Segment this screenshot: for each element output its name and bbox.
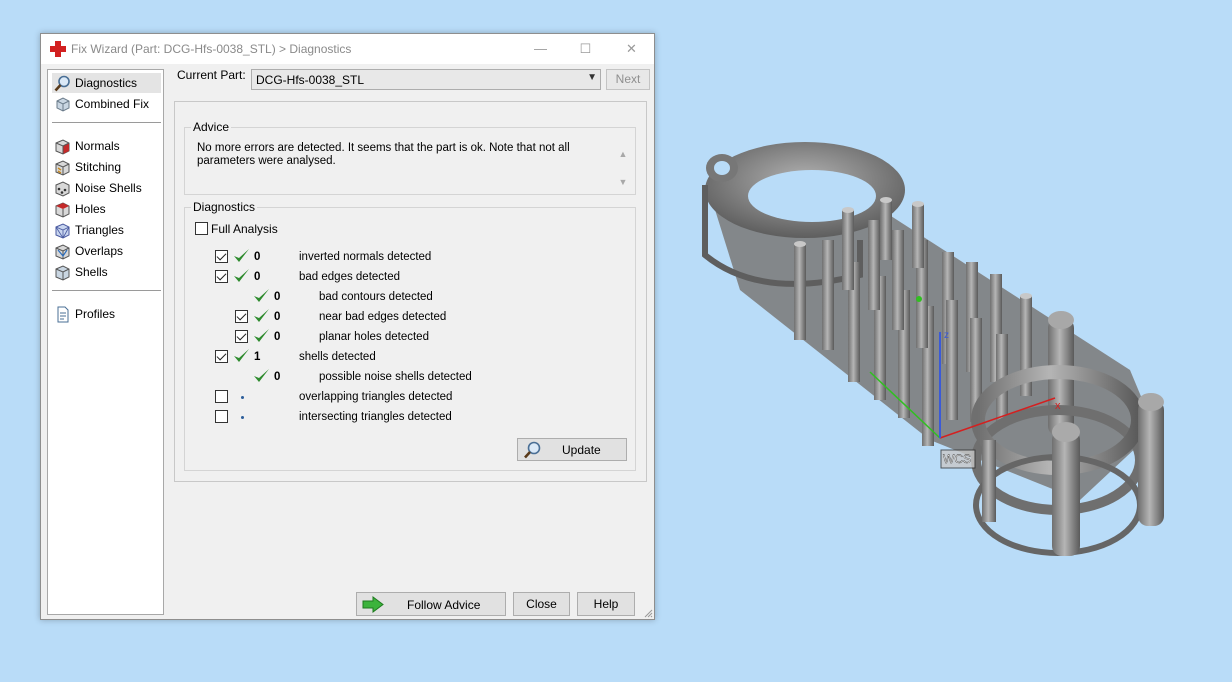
advice-text: No more errors are detected. It seems th…: [197, 142, 570, 167]
row-checkbox[interactable]: [215, 410, 228, 423]
sidebar-item-combined-fix[interactable]: Combined Fix: [52, 94, 161, 114]
combined-fix-icon: [56, 97, 70, 112]
row-label: near bad edges detected: [319, 311, 447, 323]
sidebar-item-diagnostics[interactable]: Diagnostics: [52, 73, 161, 93]
stl-model[interactable]: [702, 142, 1164, 556]
follow-advice-button[interactable]: Follow Advice: [356, 592, 506, 616]
sidebar-item-label: Normals: [75, 139, 120, 153]
title-bar[interactable]: Fix Wizard (Part: DCG-Hfs-0038_STL) > Di…: [41, 34, 654, 64]
sidebar-item-stitching[interactable]: Stitching: [52, 157, 161, 177]
update-label: Update: [562, 443, 601, 457]
sidebar-item-label: Shells: [75, 265, 108, 279]
row-checkbox[interactable]: [215, 270, 228, 283]
row-count: 0: [274, 371, 281, 383]
sidebar-item-noise-shells[interactable]: Noise Shells: [52, 178, 161, 198]
sidebar-item-label: Holes: [75, 202, 106, 216]
green-check-icon: [233, 268, 250, 284]
sidebar-item-holes[interactable]: Holes: [52, 199, 161, 219]
maximize-button[interactable]: ☐: [563, 34, 608, 64]
row-label: bad contours detected: [319, 291, 433, 303]
sidebar-item-label: Triangles: [75, 223, 124, 237]
triangles-cube-icon: [55, 223, 70, 239]
sidebar-item-label: Diagnostics: [75, 76, 138, 90]
row-checkbox[interactable]: [235, 310, 248, 323]
red-cross-app-icon: [50, 41, 66, 57]
green-check-icon: [253, 288, 270, 304]
current-part-label: Current Part:: [177, 68, 246, 82]
sidebar-separator: [52, 290, 161, 291]
follow-advice-label: Follow Advice: [407, 598, 481, 612]
magnifier-icon: [54, 75, 70, 92]
green-check-icon: [233, 348, 250, 364]
profile-document-icon: [57, 306, 69, 323]
row-count: 0: [254, 271, 261, 283]
row-count: 0: [274, 311, 281, 323]
not-analysed-dot-icon: [241, 416, 244, 419]
axis-z-label: z: [944, 330, 949, 341]
row-count: 1: [254, 351, 261, 363]
green-arrow-icon: [362, 596, 384, 613]
green-check-icon: [253, 368, 270, 384]
row-count: 0: [274, 331, 281, 343]
sidebar-separator: [52, 122, 161, 123]
current-part-value: DCG-Hfs-0038_STL: [256, 73, 365, 87]
axis-x-label: x: [1055, 400, 1061, 412]
close-window-button[interactable]: ✕: [609, 34, 654, 64]
help-button[interactable]: Help: [577, 592, 635, 616]
row-count: 0: [274, 291, 281, 303]
sidebar-item-shells[interactable]: Shells: [52, 262, 161, 282]
sidebar-item-overlaps[interactable]: Overlaps: [52, 241, 161, 261]
magnifier-icon: [524, 441, 541, 459]
advice-title: Advice: [191, 120, 232, 134]
current-part-select[interactable]: DCG-Hfs-0038_STL ▼: [251, 69, 601, 90]
row-checkbox[interactable]: [215, 250, 228, 263]
sidebar-item-label: Overlaps: [75, 244, 124, 258]
green-check-icon: [253, 308, 270, 324]
chevron-down-icon: ▼: [587, 72, 597, 83]
advice-scrollbar[interactable]: ▲ ▼: [617, 140, 629, 196]
stitching-cube-icon: [55, 160, 70, 176]
row-checkbox[interactable]: [235, 330, 248, 343]
green-check-icon: [233, 248, 250, 264]
window-title: Fix Wizard (Part: DCG-Hfs-0038_STL) > Di…: [71, 42, 352, 56]
sidebar-item-label: Noise Shells: [75, 181, 142, 195]
normals-cube-icon: [55, 139, 70, 155]
row-label: intersecting triangles detected: [299, 411, 452, 423]
shells-cube-icon: [55, 265, 70, 281]
green-check-icon: [253, 328, 270, 344]
full-analysis-label: Full Analysis: [211, 222, 278, 236]
wizard-sidebar: Diagnostics Combined Fix Normals Stitchi…: [47, 69, 164, 615]
row-label: possible noise shells detected: [319, 371, 472, 383]
full-analysis-checkbox[interactable]: [195, 222, 208, 235]
row-label: overlapping triangles detected: [299, 391, 453, 403]
wcs-label: WCS: [943, 452, 971, 466]
advice-group: Advice No more errors are detected. It s…: [184, 120, 636, 196]
noise-shells-icon: [55, 181, 70, 197]
row-label: shells detected: [299, 351, 376, 363]
row-checkbox[interactable]: [215, 350, 228, 363]
update-button[interactable]: Update: [517, 438, 627, 461]
fix-wizard-window: Fix Wizard (Part: DCG-Hfs-0038_STL) > Di…: [40, 33, 655, 620]
next-button[interactable]: Next: [606, 69, 650, 90]
overlaps-cube-icon: [55, 244, 70, 260]
row-checkbox[interactable]: [215, 390, 228, 403]
close-button[interactable]: Close: [513, 592, 570, 616]
sidebar-item-profiles[interactable]: Profiles: [52, 304, 161, 324]
sidebar-item-label: Profiles: [75, 307, 116, 321]
row-label: bad edges detected: [299, 271, 401, 283]
not-analysed-dot-icon: [241, 396, 244, 399]
sidebar-item-label: Stitching: [75, 160, 122, 174]
row-count: 0: [254, 251, 261, 263]
resize-grip-icon[interactable]: [643, 608, 653, 618]
row-label: planar holes detected: [319, 331, 429, 343]
holes-cube-icon: [55, 202, 70, 218]
minimize-button[interactable]: —: [518, 34, 563, 64]
sidebar-item-triangles[interactable]: Triangles: [52, 220, 161, 240]
sidebar-item-label: Combined Fix: [75, 97, 150, 111]
sidebar-item-normals[interactable]: Normals: [52, 136, 161, 156]
diagnostics-title: Diagnostics: [191, 200, 258, 214]
row-label: inverted normals detected: [299, 251, 432, 263]
